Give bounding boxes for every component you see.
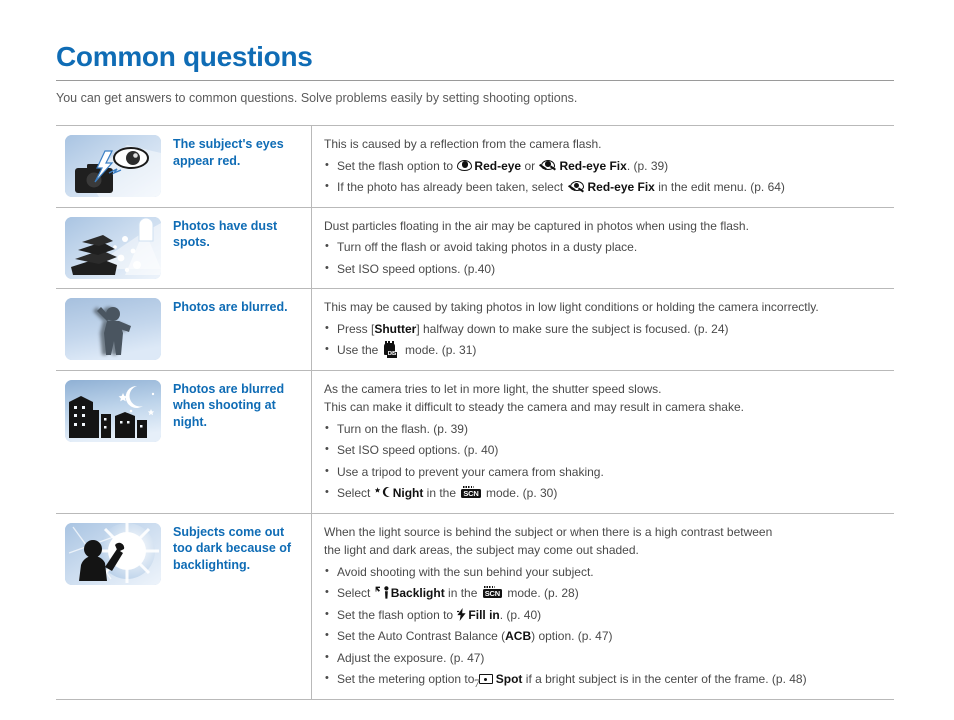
- faq-bullet-item: Press [Shutter] halfway down to make sur…: [324, 320, 888, 338]
- emphasis-text: Shutter: [374, 321, 417, 336]
- faq-bullet-item: Set the flash option to Red-eye or Red-e…: [324, 157, 888, 175]
- emphasis-text: ACB: [505, 629, 532, 643]
- dust-spots-illustration: [64, 216, 161, 279]
- emphasis-text: Fill in: [468, 607, 500, 622]
- faq-bullet-list: Avoid shooting with the sun behind your …: [324, 563, 888, 688]
- faq-bullet-item: Turn off the flash or avoid taking photo…: [324, 238, 888, 256]
- faq-question: The subject's eyes appear red.: [169, 126, 312, 207]
- page-number: 7: [474, 676, 480, 690]
- faq-bullet-list: Turn on the flash. (p. 39) Set ISO speed …: [324, 420, 888, 502]
- page-subtitle: You can get answers to common questions.…: [56, 91, 578, 105]
- page-title: Common questions: [56, 41, 313, 72]
- red-eye-fix-icon: [567, 180, 586, 192]
- faq-answer-intro-2: the light and dark areas, the subject ma…: [324, 543, 639, 557]
- faq-answer-intro: As the camera tries to let in more light…: [324, 381, 662, 396]
- emphasis-text: Red-eye: [474, 158, 522, 173]
- faq-bullet-item: Set the Auto Contrast Balance (ACB) opti…: [324, 627, 888, 645]
- faq-thumbnail-cell: [56, 208, 169, 289]
- backlight-mode-icon: [375, 586, 390, 601]
- faq-bullet-item: Adjust the exposure. (p. 47): [324, 649, 888, 667]
- faq-question: Photos are blurred when shooting at nigh…: [169, 370, 312, 513]
- faq-bullet-item: If the photo has already been taken, sel…: [324, 178, 888, 196]
- faq-bullet-item: Use the DIS mode. (p. 31): [324, 341, 888, 359]
- faq-question: Subjects come out too dark because of ba…: [169, 513, 312, 699]
- faq-bullet-item: Set the flash option to Fill in. (p. 40): [324, 606, 888, 624]
- faq-question: Photos are blurred.: [169, 289, 312, 370]
- faq-thumbnail-cell: [56, 289, 169, 370]
- emphasis-text: Backlight: [390, 586, 445, 600]
- faq-thumbnail-cell: [56, 126, 169, 207]
- faq-bullet-item: Select Night in the SCN mode. (p. 30): [324, 484, 888, 502]
- night-scene-illustration: [64, 379, 161, 442]
- fill-in-flash-icon: [457, 607, 467, 623]
- faq-question: Photos have dust spots.: [169, 207, 312, 288]
- faq-bullet-list: Turn off the flash or avoid taking photo…: [324, 238, 888, 278]
- faq-bullet-item: Set ISO speed options. (p. 40): [324, 441, 888, 459]
- faq-answer: This is caused by a reflection from the …: [312, 126, 894, 207]
- faq-bullet-item: Avoid shooting with the sun behind your …: [324, 563, 888, 581]
- faq-answer: When the light source is behind the subj…: [312, 514, 894, 699]
- faq-bullet-item: Set ISO speed options. (p.40): [324, 260, 888, 278]
- faq-bullet-item: Use a tripod to prevent your camera from…: [324, 463, 888, 481]
- red-eye-illustration: [64, 135, 161, 197]
- faq-row: Photos have dust spots. Dust particles fl…: [56, 207, 894, 289]
- faq-thumbnail-cell: [56, 371, 169, 513]
- document-page: Common questions You can get answers to …: [0, 0, 954, 720]
- faq-row: Subjects come out too dark because of ba…: [56, 513, 894, 700]
- faq-answer: Dust particles floating in the air may b…: [312, 208, 894, 289]
- faq-bullet-item: Select Backlight in the SCN mode. (p. 28…: [324, 584, 888, 602]
- faq-bullet-item: Turn on the flash. (p. 39): [324, 420, 888, 438]
- faq-answer-intro: This may be caused by taking photos in l…: [324, 300, 819, 314]
- night-mode-icon: [374, 486, 391, 500]
- page-header: Common questions You can get answers to …: [56, 40, 894, 106]
- faq-table: The subject's eyes appear red. This is ca…: [56, 125, 894, 700]
- faq-answer: As the camera tries to let in more light…: [312, 371, 894, 513]
- faq-bullet-list: Set the flash option to Red-eye or Red-e…: [324, 157, 888, 196]
- faq-answer: This may be caused by taking photos in l…: [312, 289, 894, 370]
- blurred-photo-illustration: [64, 298, 161, 360]
- scn-mode-icon: SCN: [461, 486, 481, 498]
- faq-row: The subject's eyes appear red. This is ca…: [56, 126, 894, 208]
- title-divider: [56, 80, 894, 81]
- dis-mode-icon: DIS: [383, 341, 400, 358]
- faq-answer-intro: When the light source is behind the subj…: [324, 524, 773, 539]
- faq-bullet-list: Press [Shutter] halfway down to make sur…: [324, 320, 888, 359]
- red-eye-fix-icon: [539, 159, 557, 171]
- faq-row: Photos are blurred. This may be caused by…: [56, 289, 894, 371]
- faq-answer-intro: This is caused by a reflection from the …: [324, 137, 602, 151]
- faq-row: Photos are blurred when shooting at nigh…: [56, 370, 894, 514]
- backlighting-illustration: [64, 522, 161, 585]
- faq-thumbnail-cell: [56, 514, 169, 699]
- faq-answer-intro: Dust particles floating in the air may b…: [324, 218, 749, 233]
- scn-mode-icon: SCN: [482, 586, 502, 598]
- emphasis-text: Red-eye Fix: [559, 158, 627, 173]
- emphasis-text: Night: [392, 486, 424, 500]
- faq-answer-intro-2: This can make it difficult to steady the…: [324, 400, 744, 414]
- eye-icon: [457, 159, 473, 171]
- emphasis-text: Red-eye Fix: [587, 180, 655, 194]
